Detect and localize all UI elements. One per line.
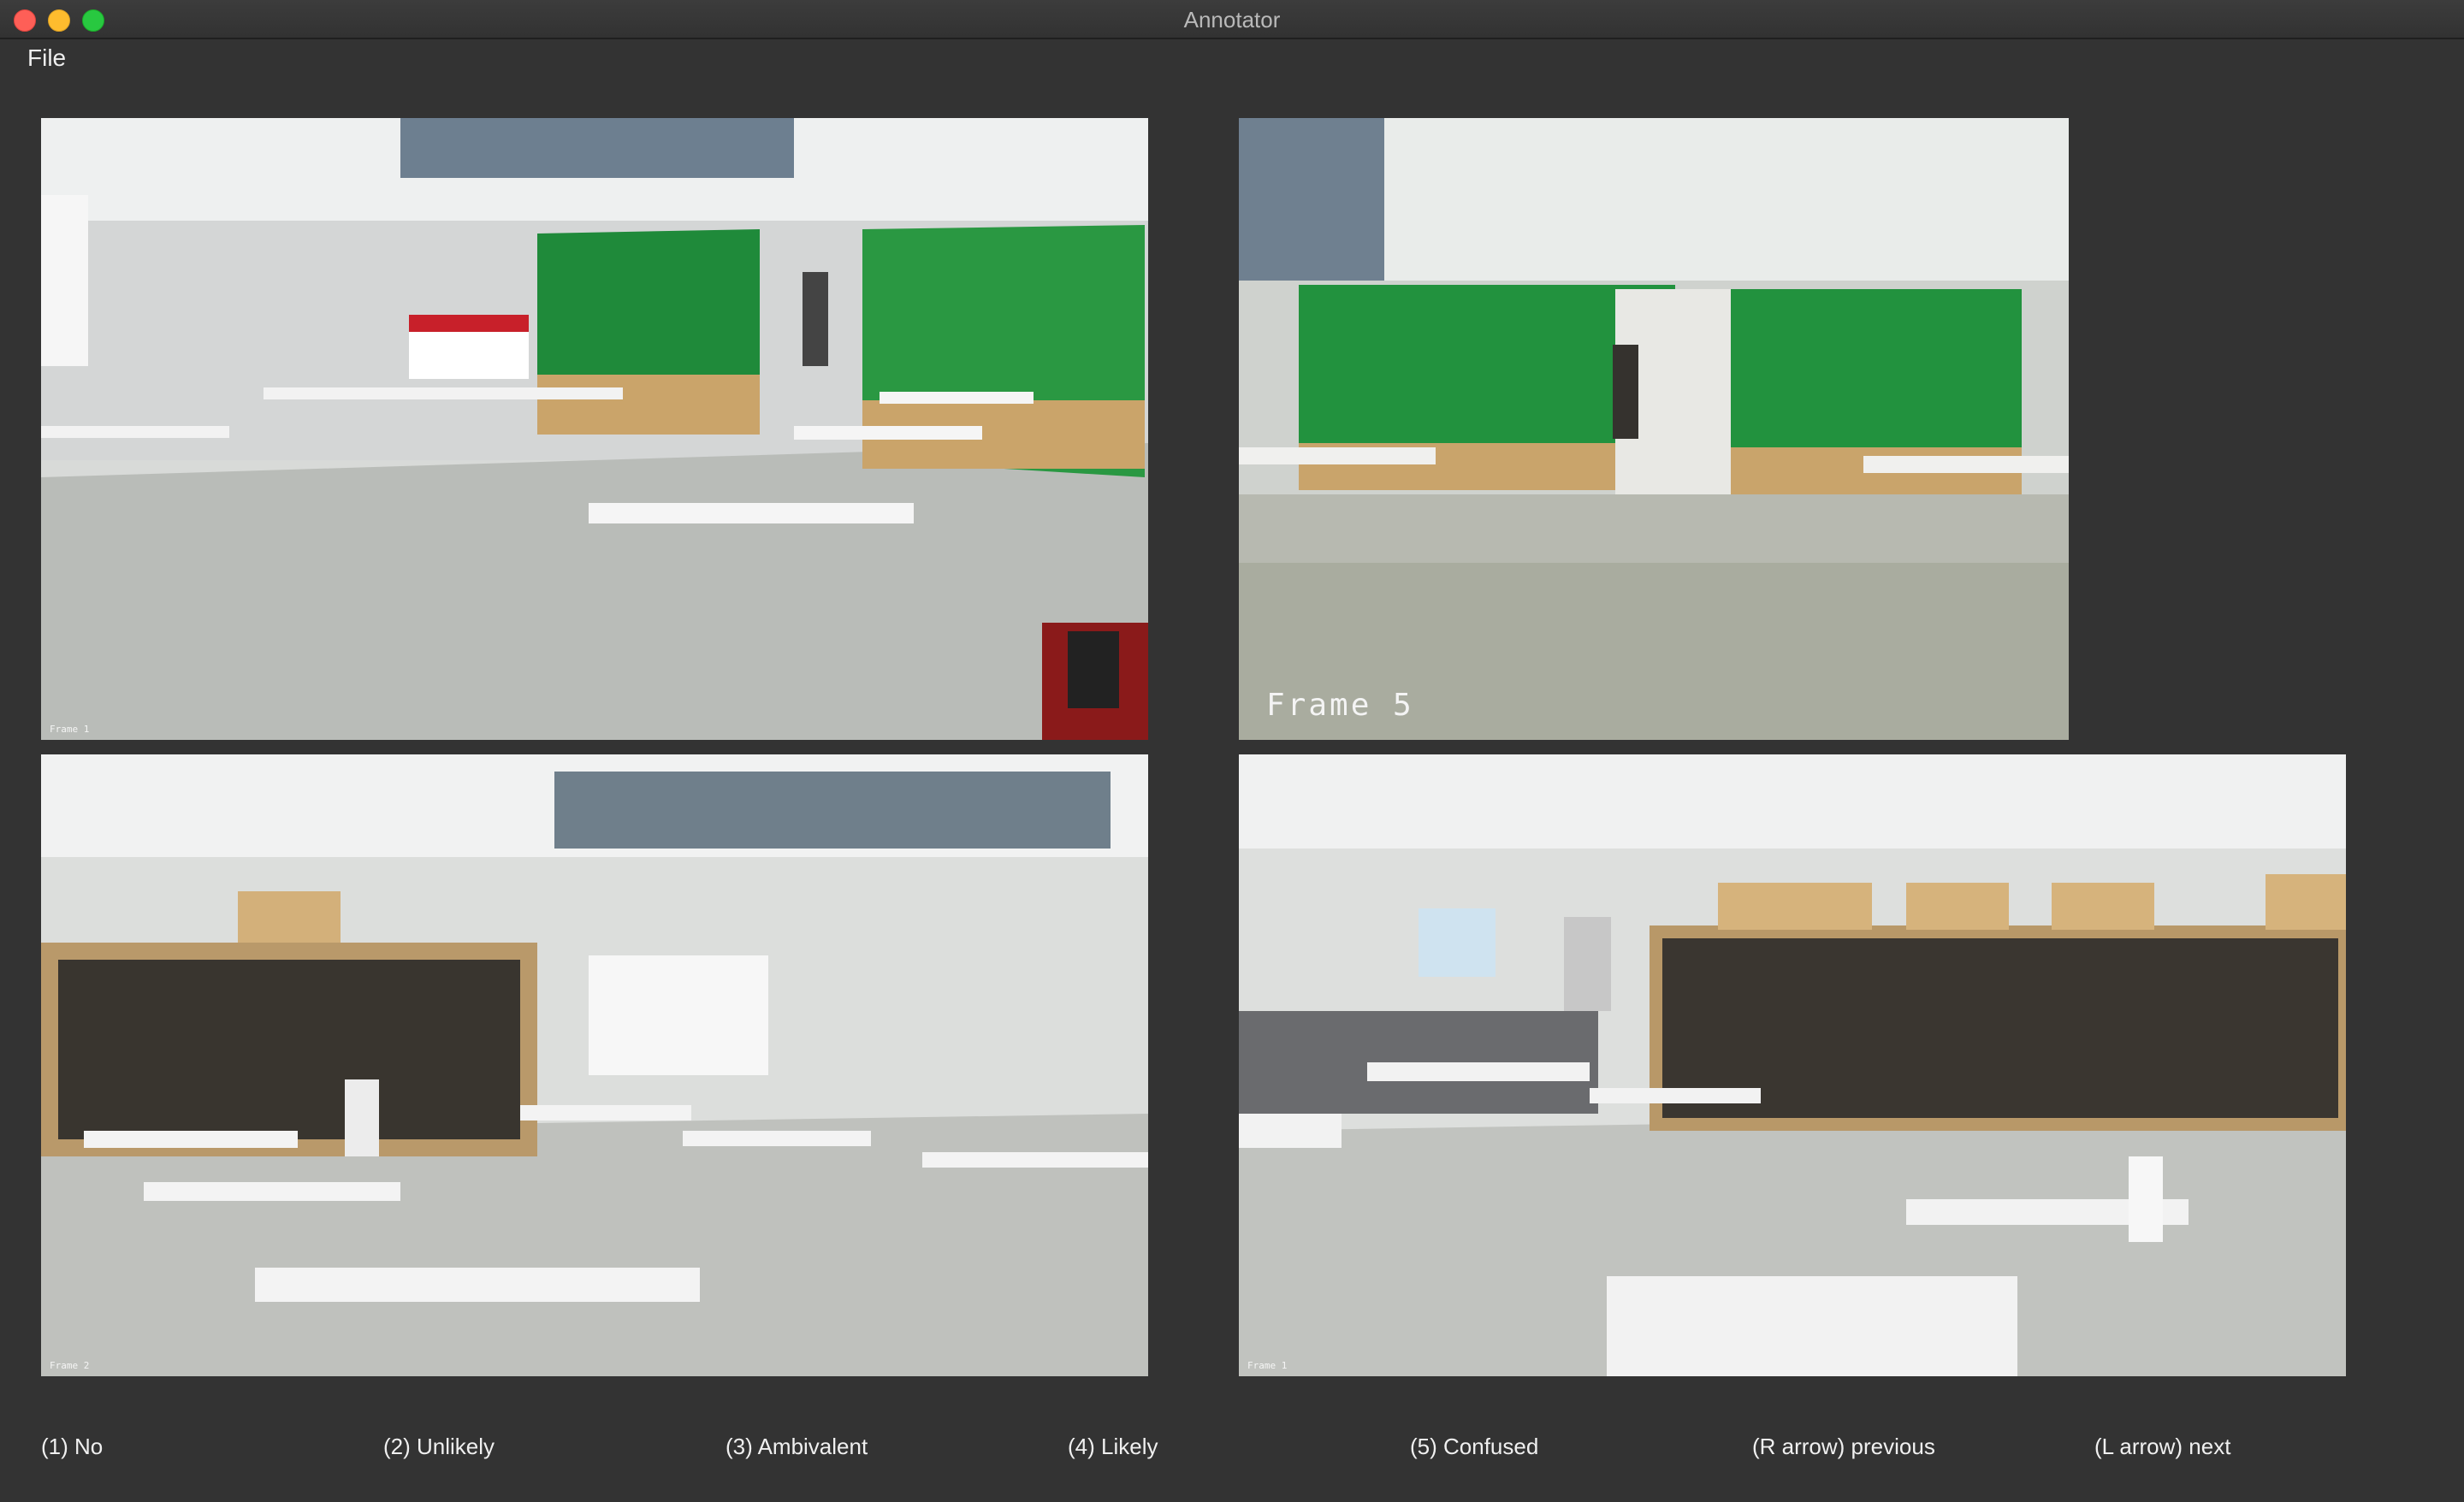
lab-room-photo [1239, 754, 2346, 1376]
camera-view-top-left: Frame 1 [41, 118, 1148, 740]
hint-unlikely[interactable]: (2) Unlikely [383, 1434, 495, 1460]
hint-no[interactable]: (1) No [41, 1434, 103, 1460]
camera-view-top-right: Frame 5 [1239, 118, 2069, 740]
hint-next[interactable]: (L arrow) next [2094, 1434, 2230, 1460]
frame-overlay-label: Frame 1 [50, 724, 90, 735]
hint-likely[interactable]: (4) Likely [1068, 1434, 1158, 1460]
lab-room-photo [41, 754, 1148, 1376]
menu-bar: File [0, 39, 2464, 77]
camera-view-bottom-right: Frame 1 [1239, 754, 2346, 1376]
key-hint-bar: (1) No (2) Unlikely (3) Ambivalent (4) L… [0, 1427, 2464, 1469]
title-bar[interactable]: Annotator [0, 0, 2464, 39]
lab-room-photo [41, 118, 1148, 740]
annotator-window: Annotator File Frame 1 Frame 5 Frame 2 F… [0, 0, 2464, 1502]
window-title: Annotator [1183, 7, 1281, 33]
hint-previous[interactable]: (R arrow) previous [1752, 1434, 1935, 1460]
frame-overlay-label: Frame 1 [1247, 1360, 1288, 1371]
frame-overlay-label: Frame 5 [1266, 688, 1414, 723]
lab-room-photo [1239, 118, 2069, 740]
hint-confused[interactable]: (5) Confused [1410, 1434, 1538, 1460]
hint-ambivalent[interactable]: (3) Ambivalent [726, 1434, 868, 1460]
frame-overlay-label: Frame 2 [50, 1360, 90, 1371]
menu-file[interactable]: File [24, 43, 69, 74]
camera-view-bottom-left: Frame 2 [41, 754, 1148, 1376]
